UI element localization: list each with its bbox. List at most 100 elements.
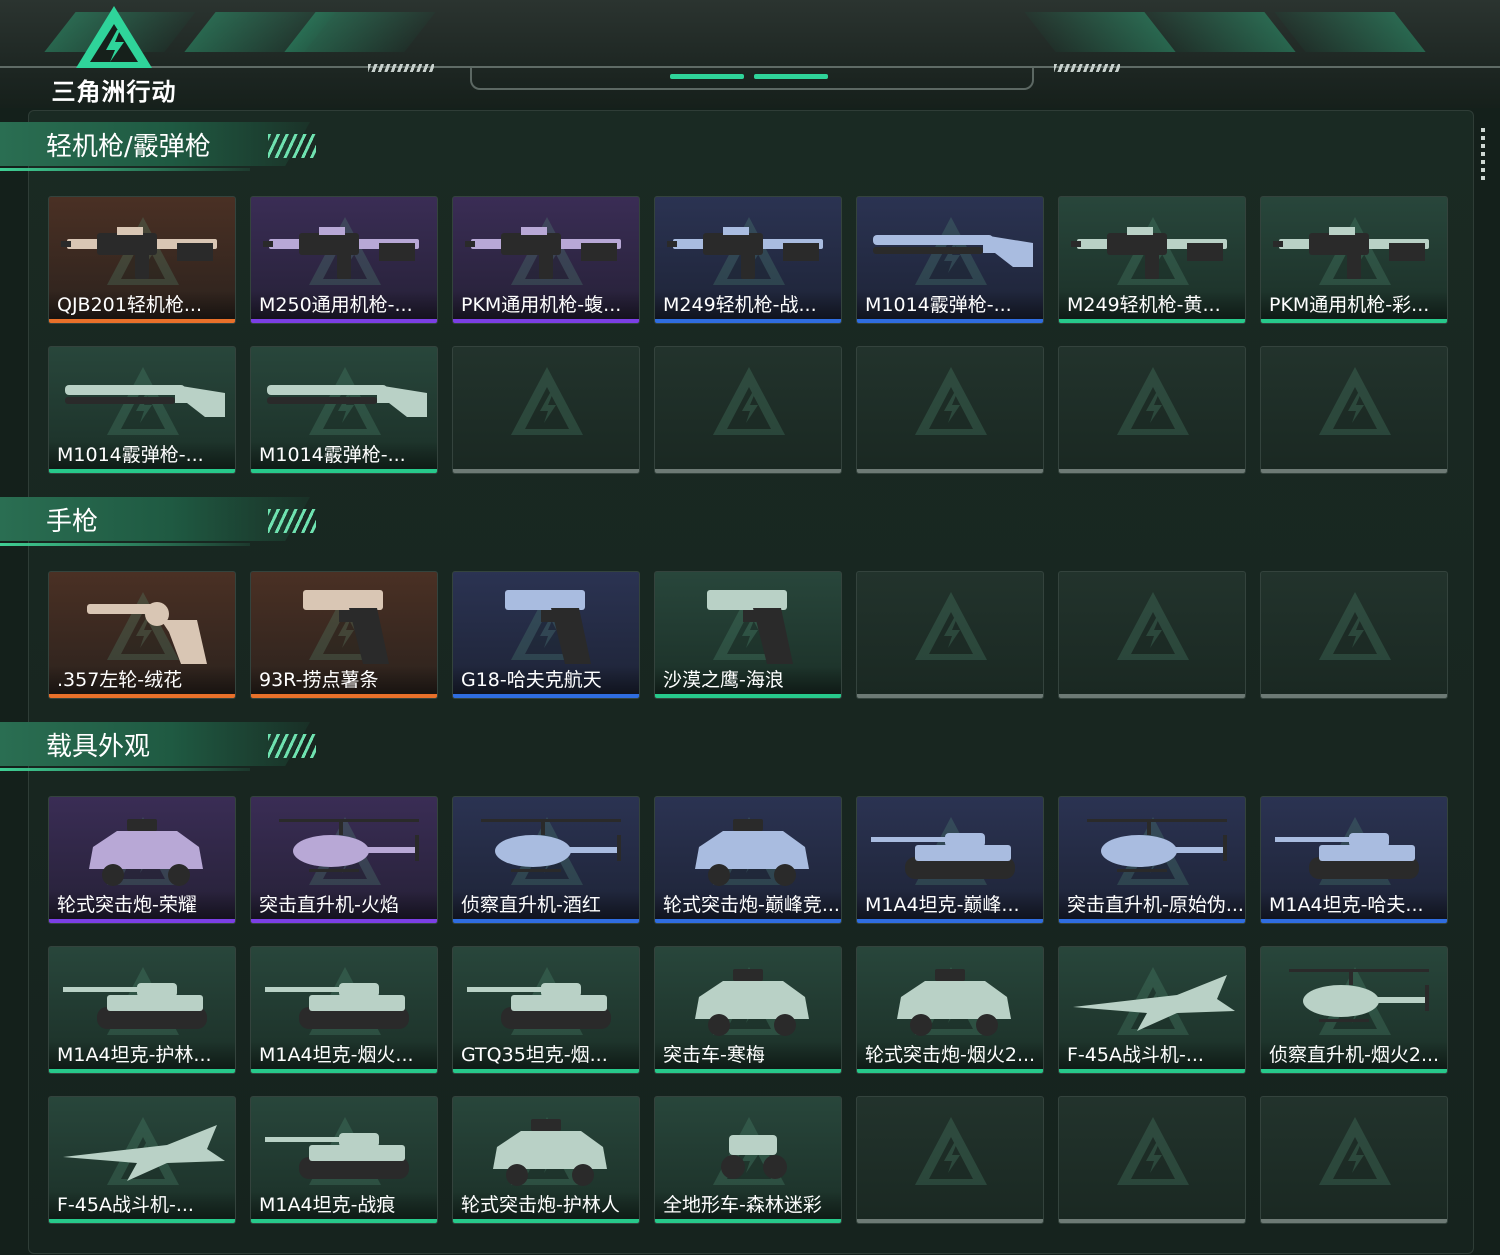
tank-icon <box>259 955 431 1041</box>
shotgun-icon <box>57 355 229 441</box>
item-card[interactable]: F-45A战斗机-... <box>48 1096 236 1224</box>
delta-watermark-icon <box>1317 1115 1393 1187</box>
item-card[interactable]: M249轻机枪-战... <box>654 196 842 324</box>
rarity-bar <box>655 919 841 923</box>
header-hatch <box>368 64 434 72</box>
empty-slot <box>654 346 842 474</box>
rarity-bar <box>251 694 437 698</box>
pistol-icon <box>461 580 633 666</box>
item-name: 轮式突击炮-荣耀 <box>49 891 235 919</box>
tank-icon <box>461 955 633 1041</box>
item-name: 突击直升机-火焰 <box>251 891 437 919</box>
rarity-bar <box>1261 694 1447 698</box>
item-card[interactable]: 轮式突击炮-烟火2... <box>856 946 1044 1074</box>
empty-slot <box>856 1096 1044 1224</box>
section-header-lmg-shotgun: 轻机枪/霰弹枪 <box>0 122 330 180</box>
item-card[interactable]: .357左轮-绒花 <box>48 571 236 699</box>
rarity-bar <box>49 319 235 323</box>
delta-watermark-icon <box>913 590 989 662</box>
item-name: PKM通用机枪-彩... <box>1261 291 1447 319</box>
item-card[interactable]: G18-哈夫克航天 <box>452 571 640 699</box>
rarity-bar <box>49 1219 235 1223</box>
delta-watermark-icon <box>1115 365 1191 437</box>
item-card[interactable]: M1014霰弹枪-... <box>250 346 438 474</box>
top-header-bar: 三角洲行动 <box>0 0 1500 108</box>
item-card[interactable]: PKM通用机枪-彩... <box>1260 196 1448 324</box>
item-name: GTQ35坦克-烟... <box>453 1041 639 1069</box>
item-card[interactable]: 侦察直升机-酒红 <box>452 796 640 924</box>
item-name: G18-哈夫克航天 <box>453 666 639 694</box>
shotgun-icon <box>259 355 431 441</box>
item-card[interactable]: M1014霰弹枪-... <box>48 346 236 474</box>
armored-car-icon <box>865 955 1037 1041</box>
item-name: 轮式突击炮-巅峰竞... <box>655 891 841 919</box>
section-header-pistol: 手枪 <box>0 497 330 555</box>
delta-watermark-icon <box>1317 365 1393 437</box>
section-title: 轻机枪/霰弹枪 <box>46 132 211 162</box>
item-name: F-45A战斗机-... <box>1059 1041 1245 1069</box>
empty-slot <box>1260 1096 1448 1224</box>
rarity-bar <box>453 694 639 698</box>
rarity-bar <box>655 1069 841 1073</box>
item-card[interactable]: M1A4坦克-护林... <box>48 946 236 1074</box>
item-card[interactable]: M250通用机枪-... <box>250 196 438 324</box>
item-card[interactable]: 突击直升机-火焰 <box>250 796 438 924</box>
rarity-bar <box>453 1219 639 1223</box>
lmg-icon <box>259 205 431 291</box>
item-name: 突击车-寒梅 <box>655 1041 841 1069</box>
helicopter-icon <box>259 805 431 891</box>
item-name: 侦察直升机-酒红 <box>453 891 639 919</box>
item-card[interactable]: 轮式突击炮-巅峰竞... <box>654 796 842 924</box>
rarity-bar <box>453 319 639 323</box>
section-title: 手枪 <box>46 507 99 537</box>
delta-watermark-icon <box>1115 1115 1191 1187</box>
item-card[interactable]: M249轻机枪-黄... <box>1058 196 1246 324</box>
item-card[interactable]: M1A4坦克-巅峰... <box>856 796 1044 924</box>
rarity-bar <box>1059 1219 1245 1223</box>
rarity-bar <box>857 919 1043 923</box>
scrollbar-indicator[interactable] <box>1481 128 1485 180</box>
item-card[interactable]: F-45A战斗机-... <box>1058 946 1246 1074</box>
empty-slot <box>1260 571 1448 699</box>
item-card[interactable]: M1014霰弹枪-... <box>856 196 1044 324</box>
rarity-bar <box>857 319 1043 323</box>
rarity-bar <box>1261 1219 1447 1223</box>
item-card[interactable]: M1A4坦克-战痕 <box>250 1096 438 1224</box>
item-name: M250通用机枪-... <box>251 291 437 319</box>
rarity-bar <box>49 919 235 923</box>
item-card[interactable]: 沙漠之鹰-海浪 <box>654 571 842 699</box>
rarity-bar <box>655 694 841 698</box>
delta-watermark-icon <box>1317 590 1393 662</box>
item-name: M1014霰弹枪-... <box>251 441 437 469</box>
rarity-bar <box>655 469 841 473</box>
item-card[interactable]: QJB201轻机枪... <box>48 196 236 324</box>
item-card[interactable]: 侦察直升机-烟火2... <box>1260 946 1448 1074</box>
item-name: 93R-捞点薯条 <box>251 666 437 694</box>
item-name: 全地形车-森林迷彩 <box>655 1191 841 1219</box>
item-card[interactable]: 93R-捞点薯条 <box>250 571 438 699</box>
item-card[interactable]: 轮式突击炮-护林人 <box>452 1096 640 1224</box>
tank-icon <box>259 1105 431 1191</box>
item-name: 侦察直升机-烟火2... <box>1261 1041 1447 1069</box>
item-name: 轮式突击炮-护林人 <box>453 1191 639 1219</box>
item-card[interactable]: M1A4坦克-哈夫... <box>1260 796 1448 924</box>
item-card[interactable]: 全地形车-森林迷彩 <box>654 1096 842 1224</box>
rarity-bar <box>49 694 235 698</box>
rarity-bar <box>453 469 639 473</box>
armored-car-icon <box>57 805 229 891</box>
tank-icon <box>865 805 1037 891</box>
item-card[interactable]: 突击车-寒梅 <box>654 946 842 1074</box>
item-card[interactable]: M1A4坦克-烟火... <box>250 946 438 1074</box>
item-name: 突击直升机-原始伪... <box>1059 891 1245 919</box>
item-card[interactable]: 轮式突击炮-荣耀 <box>48 796 236 924</box>
item-name: QJB201轻机枪... <box>49 291 235 319</box>
item-name: M1A4坦克-巅峰... <box>857 891 1043 919</box>
armored-car-icon <box>663 805 835 891</box>
item-card[interactable]: PKM通用机枪-蝮... <box>452 196 640 324</box>
item-card[interactable]: 突击直升机-原始伪... <box>1058 796 1246 924</box>
revolver-icon <box>57 580 229 666</box>
rarity-bar <box>251 469 437 473</box>
item-card[interactable]: GTQ35坦克-烟... <box>452 946 640 1074</box>
rarity-bar <box>857 1219 1043 1223</box>
rarity-bar <box>1261 319 1447 323</box>
